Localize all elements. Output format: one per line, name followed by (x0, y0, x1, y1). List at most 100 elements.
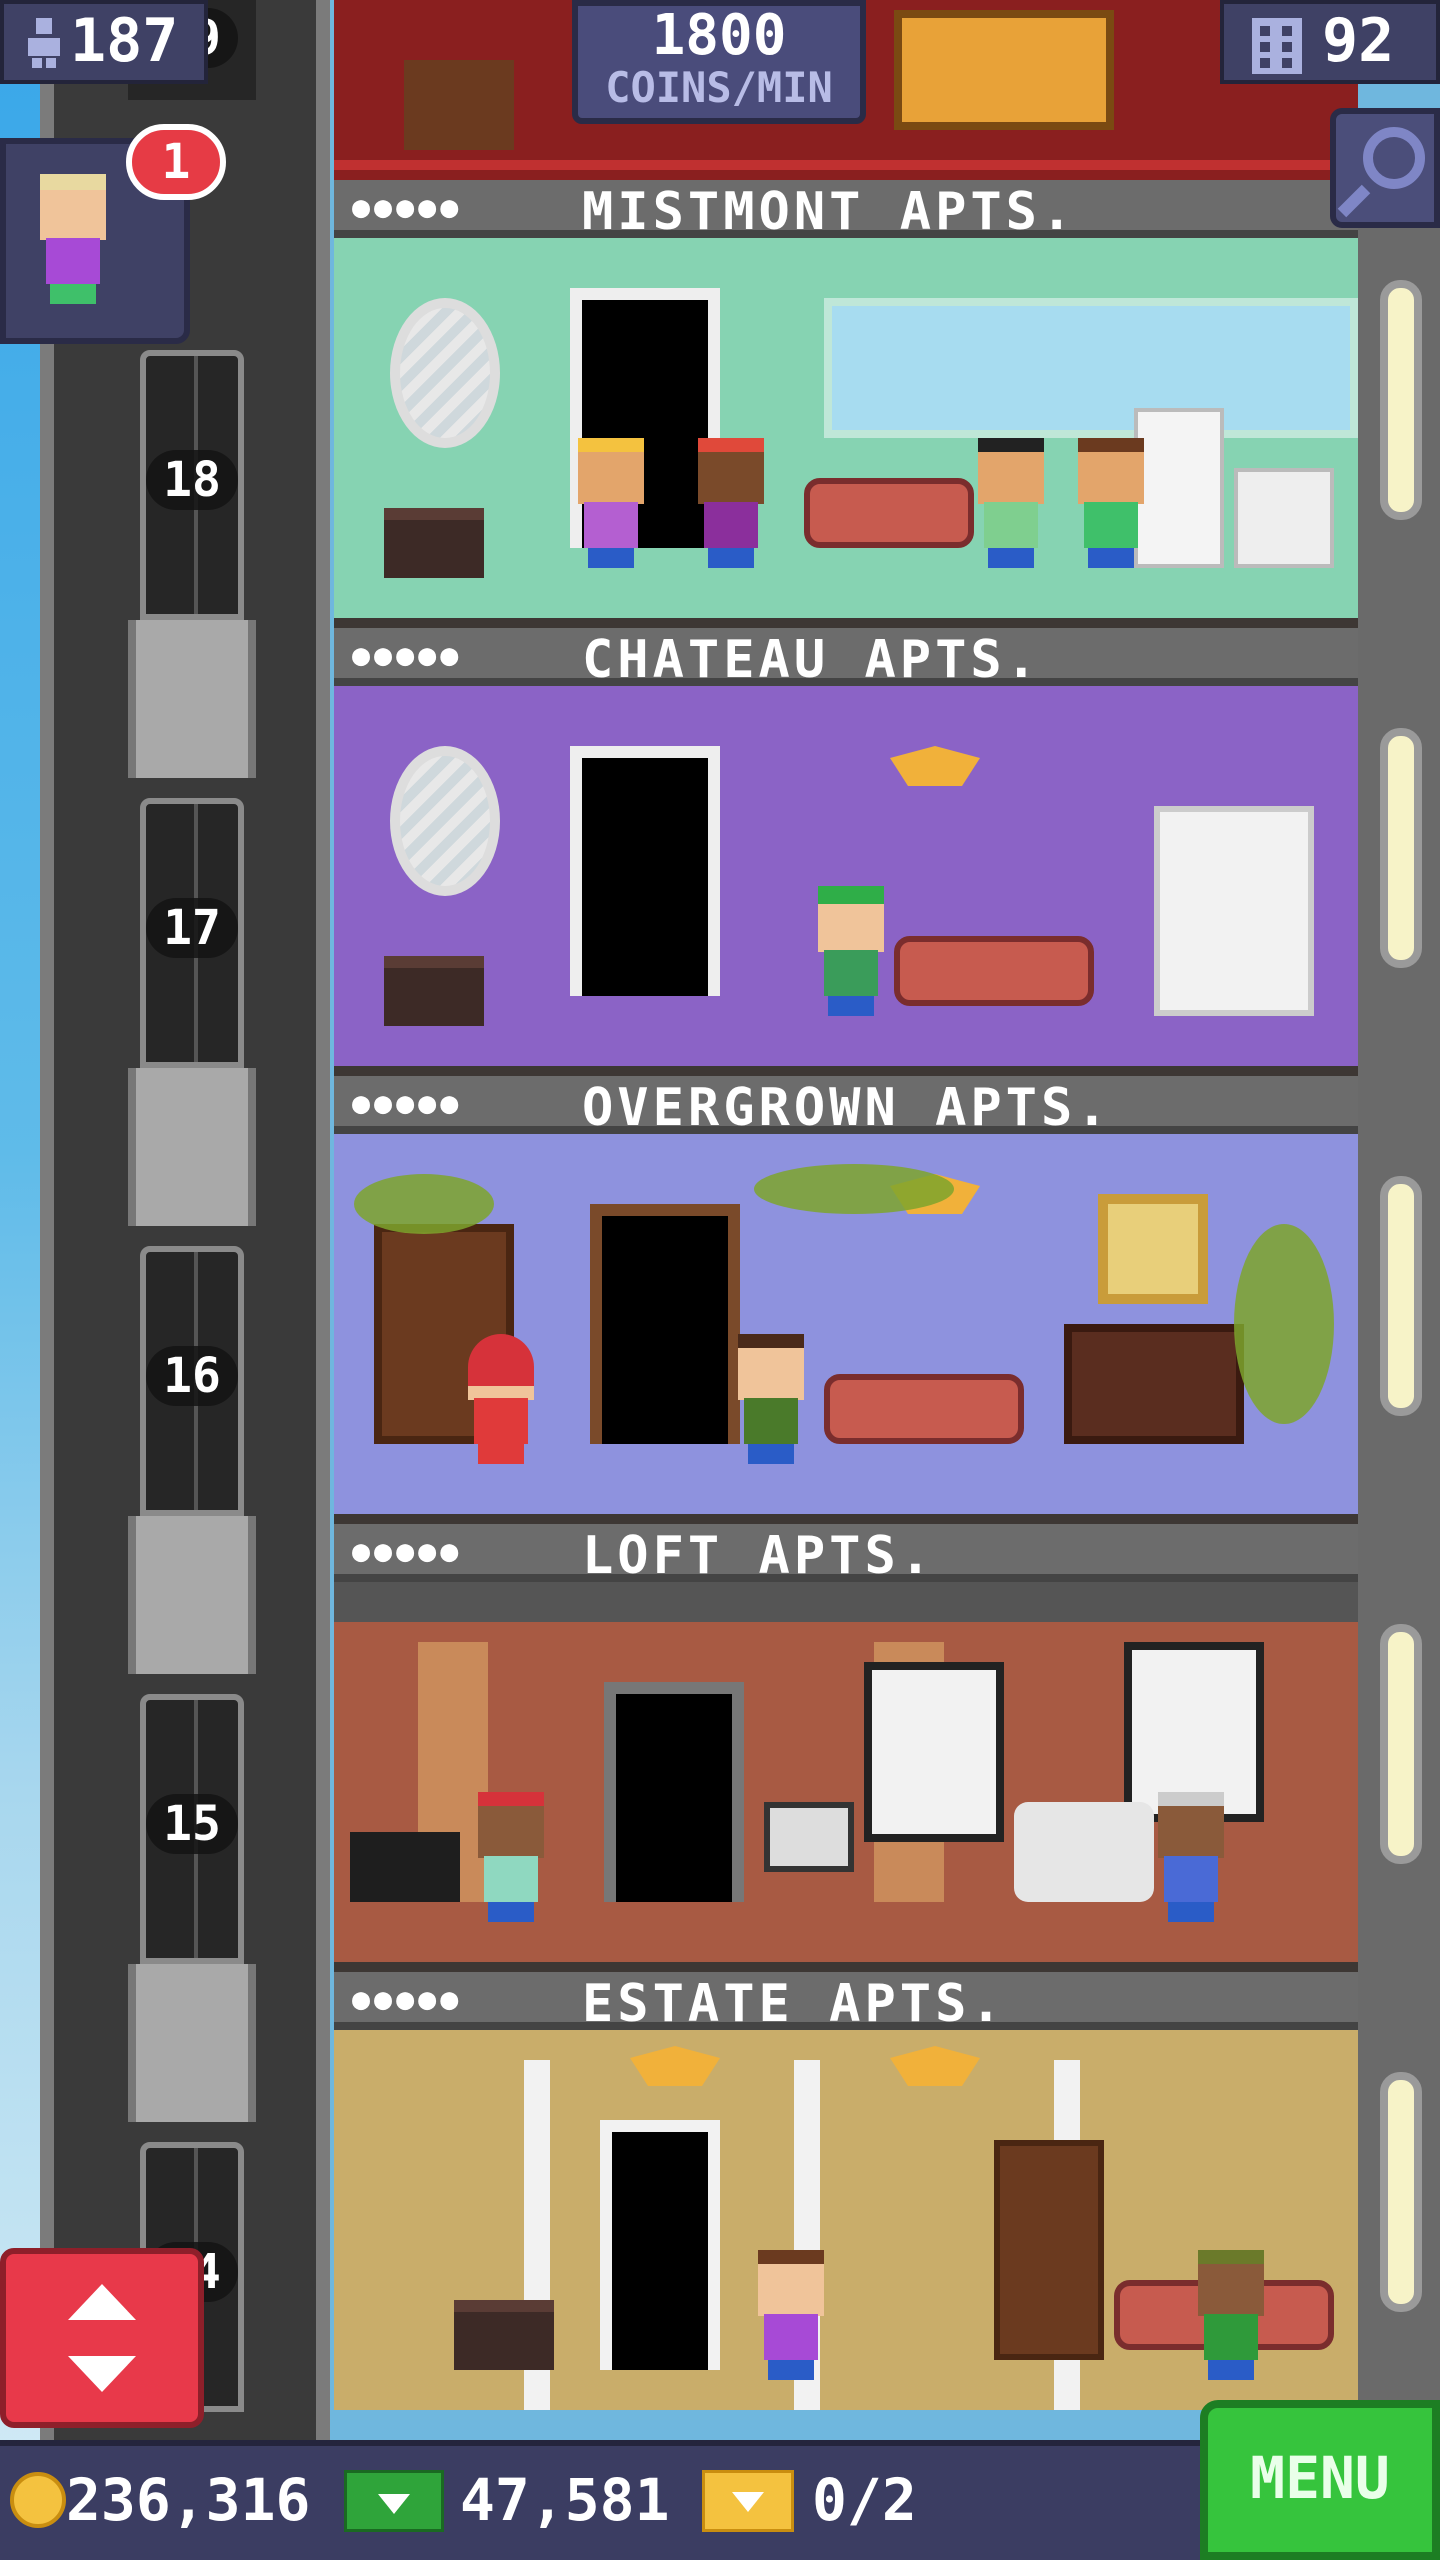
elevator-floor-number: 17 (146, 898, 238, 958)
stove (1234, 468, 1334, 568)
resident[interactable] (474, 1792, 548, 1922)
coins-per-min-unit: COINS/MIN (605, 63, 833, 112)
resident[interactable] (464, 1334, 538, 1464)
floor-name: MISTMONT APTS. (582, 182, 1077, 242)
window (1380, 2072, 1422, 2312)
resident[interactable] (734, 1334, 808, 1464)
apartment-door (600, 2120, 720, 2370)
bookshelf (994, 2140, 1104, 2360)
ceiling-beams (334, 1582, 1358, 1622)
side-table (384, 508, 484, 578)
floor-base (334, 1962, 1358, 1972)
floor-stars: ●●●●● (352, 1534, 463, 1569)
mirror (390, 746, 500, 896)
window (864, 1662, 1004, 1842)
floor-count-badge[interactable]: 92 (1220, 0, 1440, 84)
shaft-rail-left (40, 0, 54, 2440)
resident[interactable] (1074, 438, 1148, 568)
apartment-door (570, 746, 720, 996)
visitor-avatar (36, 174, 110, 304)
floor-stars: ●●●●● (352, 638, 463, 673)
floor-name: CHATEAU APTS. (582, 630, 1041, 690)
sofa (824, 1374, 1024, 1444)
shaft-rail-right (316, 0, 330, 2440)
window-panes (824, 298, 1358, 438)
tower-right-wall (1358, 140, 1440, 2440)
up-down-arrows-icon (68, 2284, 136, 2392)
elevator-floor-18[interactable]: 18 (128, 330, 256, 778)
coins-per-min-panel: 1800 COINS/MIN (572, 0, 866, 124)
floor-stars: ●●●●● (352, 1086, 463, 1121)
floor-stars: ●●●●● (352, 1982, 463, 2017)
room-interior (334, 2030, 1358, 2410)
resident[interactable] (814, 886, 888, 1016)
tickets-value: 0/2 (812, 2466, 917, 2534)
elevator-floor-number: 15 (146, 1794, 238, 1854)
floor-base (334, 1514, 1358, 1524)
coin-icon (10, 2472, 66, 2528)
easel (764, 1802, 854, 1872)
white-sofa (1014, 1802, 1154, 1902)
elevator-floor-15[interactable]: 15 (128, 1674, 256, 2122)
vines (1234, 1224, 1334, 1424)
chandelier (890, 746, 980, 786)
window (1380, 280, 1422, 520)
sofa (804, 478, 974, 548)
apartment-door (590, 1204, 740, 1444)
elevator-gap (128, 1068, 256, 1226)
speaker (350, 1832, 460, 1902)
menu-button[interactable]: MENU (1200, 2400, 1440, 2560)
notification-badge: 1 (126, 124, 226, 200)
floor-estate[interactable]: ●●●●● ESTATE APTS. (334, 1972, 1358, 2420)
room-interior (334, 1134, 1358, 1514)
floor-banner: ●●●●● OVERGROWN APTS. (334, 1076, 1358, 1138)
window (1380, 1624, 1422, 1864)
side-table (384, 956, 484, 1026)
resident[interactable] (1154, 1792, 1228, 1922)
chandelier (630, 2046, 720, 2086)
person-icon (28, 18, 60, 68)
resident[interactable] (1194, 2250, 1268, 2380)
bux-icon (344, 2470, 444, 2532)
magnifier-icon (1337, 127, 1425, 218)
floor-mistmont[interactable]: ●●●●● MISTMONT APTS. (334, 180, 1358, 628)
bux-value: 47,581 (460, 2466, 670, 2534)
elevator-floor-17[interactable]: 17 (128, 778, 256, 1226)
floor-count-value: 92 (1322, 6, 1395, 76)
floor-banner: ●●●●● CHATEAU APTS. (334, 628, 1358, 690)
population-value: 187 (70, 6, 179, 76)
search-button[interactable] (1330, 108, 1440, 228)
room-interior (334, 238, 1358, 618)
elevator-floor-number: 18 (146, 450, 238, 510)
vines (754, 1164, 954, 1214)
floor-base (334, 1066, 1358, 1076)
resident[interactable] (694, 438, 768, 568)
floor-loft[interactable]: ●●●●● LOFT APTS. (334, 1524, 1358, 1972)
floor-banner: ●●●●● LOFT APTS. (334, 1524, 1358, 1586)
sofa (894, 936, 1094, 1006)
floor-name: ESTATE APTS. (582, 1974, 1006, 2034)
floor-overgrown[interactable]: ●●●●● OVERGROWN APTS. (334, 1076, 1358, 1524)
elevator-floor-number: 16 (146, 1346, 238, 1406)
ticket-icon (702, 2470, 794, 2532)
population-counter[interactable]: 187 (0, 0, 208, 84)
resident[interactable] (754, 2250, 828, 2380)
cabinet (1154, 806, 1314, 1016)
vines (354, 1174, 494, 1234)
floor-banner: ●●●●● MISTMONT APTS. (334, 180, 1358, 242)
floor-chateau[interactable]: ●●●●● CHATEAU APTS. (334, 628, 1358, 1076)
elevator-up-down-button[interactable] (0, 2248, 204, 2428)
floor-base (334, 618, 1358, 628)
elevator-floor-16[interactable]: 16 (128, 1226, 256, 1674)
apartment-door (604, 1682, 744, 1902)
coins-value: 236,316 (66, 2466, 311, 2534)
floor-banner: ●●●●● ESTATE APTS. (334, 1972, 1358, 2034)
mirror (390, 298, 500, 448)
room-interior (334, 686, 1358, 1066)
floor-name: OVERGROWN APTS. (582, 1078, 1112, 1138)
dresser (404, 60, 514, 150)
resident[interactable] (974, 438, 1048, 568)
bed (894, 10, 1114, 130)
resident[interactable] (574, 438, 648, 568)
floor-stars: ●●●●● (352, 190, 463, 225)
